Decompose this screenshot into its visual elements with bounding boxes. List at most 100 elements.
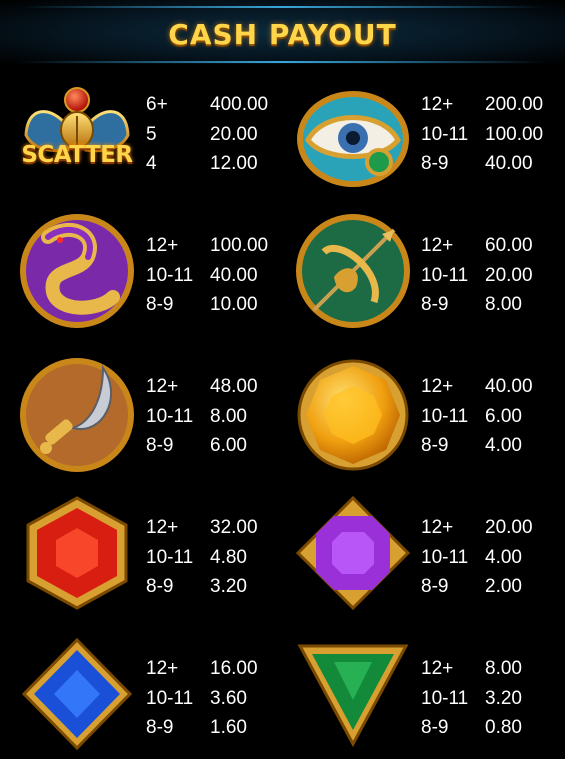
symbol-count: 12+ bbox=[146, 376, 179, 397]
payout-value: 8.00 bbox=[485, 294, 522, 315]
payout-value: 40.00 bbox=[485, 376, 533, 397]
blue-diamond-gem-icon bbox=[18, 636, 136, 754]
payout-value: 400.00 bbox=[210, 94, 269, 115]
payout-value: 6.00 bbox=[485, 405, 522, 427]
payout-table-eye: 12+ 200.00 10-11 100.00 8-9 40.00 bbox=[421, 90, 565, 179]
payout-value: 100.00 bbox=[485, 123, 544, 145]
payout-value: 40.00 bbox=[485, 153, 533, 174]
payout-value: 12.00 bbox=[210, 153, 258, 174]
eye-of-horus-icon bbox=[294, 80, 412, 198]
symbol-count: 10-11 bbox=[421, 687, 469, 709]
symbol-count: 8-9 bbox=[421, 153, 449, 174]
page-title: CASH PAYOUT bbox=[168, 18, 397, 51]
symbol-count: 10-11 bbox=[146, 405, 194, 427]
payout-row: 10-11 8.00 bbox=[146, 402, 290, 432]
payout-row: 10-11 40.00 bbox=[146, 261, 290, 291]
symbol-count: 10-11 bbox=[421, 405, 469, 427]
payout-table-red-gem: 12+ 32.00 10-11 4.80 8-9 3.20 bbox=[146, 513, 290, 602]
symbol-count: 12+ bbox=[421, 235, 454, 256]
payout-value: 40.00 bbox=[210, 264, 258, 286]
symbol-count: 12+ bbox=[146, 658, 179, 679]
payout-row: 12+ 32.00 bbox=[146, 513, 290, 543]
payout-row: 12+ 48.00 bbox=[146, 372, 290, 402]
payout-value: 2.00 bbox=[485, 576, 522, 597]
scatter-scarab-icon bbox=[18, 80, 136, 198]
symbol-count: 8-9 bbox=[146, 435, 174, 456]
payout-row: 12+ 100.00 bbox=[146, 231, 290, 261]
symbol-count: 12+ bbox=[146, 235, 179, 256]
symbol-count: 12+ bbox=[146, 517, 179, 538]
payout-row: 12+ 60.00 bbox=[421, 231, 565, 261]
symbol-count: 10-11 bbox=[146, 264, 194, 286]
payout-table-purple-gem: 12+ 20.00 10-11 4.00 8-9 2.00 bbox=[421, 513, 565, 602]
payout-value: 1.60 bbox=[210, 717, 247, 738]
payout-row: 8-9 2.00 bbox=[421, 572, 565, 602]
payout-table-scatter: 6+ 400.00 5 20.00 4 12.00 bbox=[146, 90, 290, 179]
symbol-count: 10-11 bbox=[421, 264, 469, 286]
payout-value: 60.00 bbox=[485, 235, 533, 256]
symbol-count: 12+ bbox=[421, 658, 454, 679]
payout-value: 3.20 bbox=[210, 576, 247, 597]
red-hexagon-gem-icon bbox=[18, 494, 136, 612]
payout-row: 8-9 6.00 bbox=[146, 431, 290, 461]
yellow-round-gem-icon bbox=[294, 356, 412, 474]
payout-row: 12+ 200.00 bbox=[421, 90, 565, 120]
symbol-count: 10-11 bbox=[146, 546, 194, 568]
purple-octagon-gem-icon bbox=[294, 494, 412, 612]
payout-row: 5 20.00 bbox=[146, 120, 290, 150]
payout-value: 6.00 bbox=[210, 435, 247, 456]
symbol-count: 8-9 bbox=[421, 435, 449, 456]
payout-value: 20.00 bbox=[485, 517, 533, 538]
payout-row: 10-11 3.20 bbox=[421, 684, 565, 714]
cobra-icon bbox=[18, 212, 136, 330]
bow-arrow-icon bbox=[294, 212, 412, 330]
payout-value: 100.00 bbox=[210, 235, 269, 256]
symbol-count: 10-11 bbox=[146, 687, 194, 709]
symbol-count: 10-11 bbox=[421, 123, 469, 145]
payout-value: 32.00 bbox=[210, 517, 258, 538]
payout-row: 10-11 20.00 bbox=[421, 261, 565, 291]
symbol-count: 5 bbox=[146, 123, 157, 145]
payout-row: 10-11 100.00 bbox=[421, 120, 565, 150]
payout-value: 16.00 bbox=[210, 658, 258, 679]
symbol-count: 12+ bbox=[421, 517, 454, 538]
payout-value: 8.00 bbox=[485, 658, 522, 679]
payout-value: 48.00 bbox=[210, 376, 258, 397]
symbol-count: 6+ bbox=[146, 94, 168, 115]
payout-row: 10-11 3.60 bbox=[146, 684, 290, 714]
payout-row: 4 12.00 bbox=[146, 149, 290, 179]
payout-row: 12+ 40.00 bbox=[421, 372, 565, 402]
payout-row: 8-9 4.00 bbox=[421, 431, 565, 461]
payout-row: 8-9 0.80 bbox=[421, 713, 565, 743]
payout-row: 10-11 4.80 bbox=[146, 543, 290, 573]
green-triangle-gem-icon bbox=[294, 636, 412, 754]
symbol-count: 8-9 bbox=[421, 576, 449, 597]
symbol-count: 8-9 bbox=[146, 294, 174, 315]
symbol-count: 4 bbox=[146, 153, 157, 174]
payout-row: 8-9 8.00 bbox=[421, 290, 565, 320]
payout-value: 8.00 bbox=[210, 405, 247, 427]
payout-row: 12+ 16.00 bbox=[146, 654, 290, 684]
header-bottom-line bbox=[20, 61, 545, 63]
symbol-count: 12+ bbox=[421, 376, 454, 397]
symbol-count: 12+ bbox=[421, 94, 454, 115]
symbol-count: 8-9 bbox=[421, 717, 449, 738]
payout-row: 12+ 8.00 bbox=[421, 654, 565, 684]
symbol-count: 8-9 bbox=[146, 717, 174, 738]
payout-value: 20.00 bbox=[485, 264, 533, 286]
scatter-label: SCATTER bbox=[21, 142, 133, 168]
payout-row: 10-11 6.00 bbox=[421, 402, 565, 432]
payout-table-green-gem: 12+ 8.00 10-11 3.20 8-9 0.80 bbox=[421, 654, 565, 743]
payout-row: 8-9 40.00 bbox=[421, 149, 565, 179]
payout-row: 8-9 3.20 bbox=[146, 572, 290, 602]
payout-value: 4.00 bbox=[485, 546, 522, 568]
payout-row: 10-11 4.00 bbox=[421, 543, 565, 573]
payout-table-cobra: 12+ 100.00 10-11 40.00 8-9 10.00 bbox=[146, 231, 290, 320]
payout-value: 3.60 bbox=[210, 687, 247, 709]
payout-value: 20.00 bbox=[210, 123, 258, 145]
payout-table-khopesh: 12+ 48.00 10-11 8.00 8-9 6.00 bbox=[146, 372, 290, 461]
payout-value: 200.00 bbox=[485, 94, 544, 115]
symbol-count: 10-11 bbox=[421, 546, 469, 568]
payout-row: 8-9 1.60 bbox=[146, 713, 290, 743]
payout-row: 12+ 20.00 bbox=[421, 513, 565, 543]
